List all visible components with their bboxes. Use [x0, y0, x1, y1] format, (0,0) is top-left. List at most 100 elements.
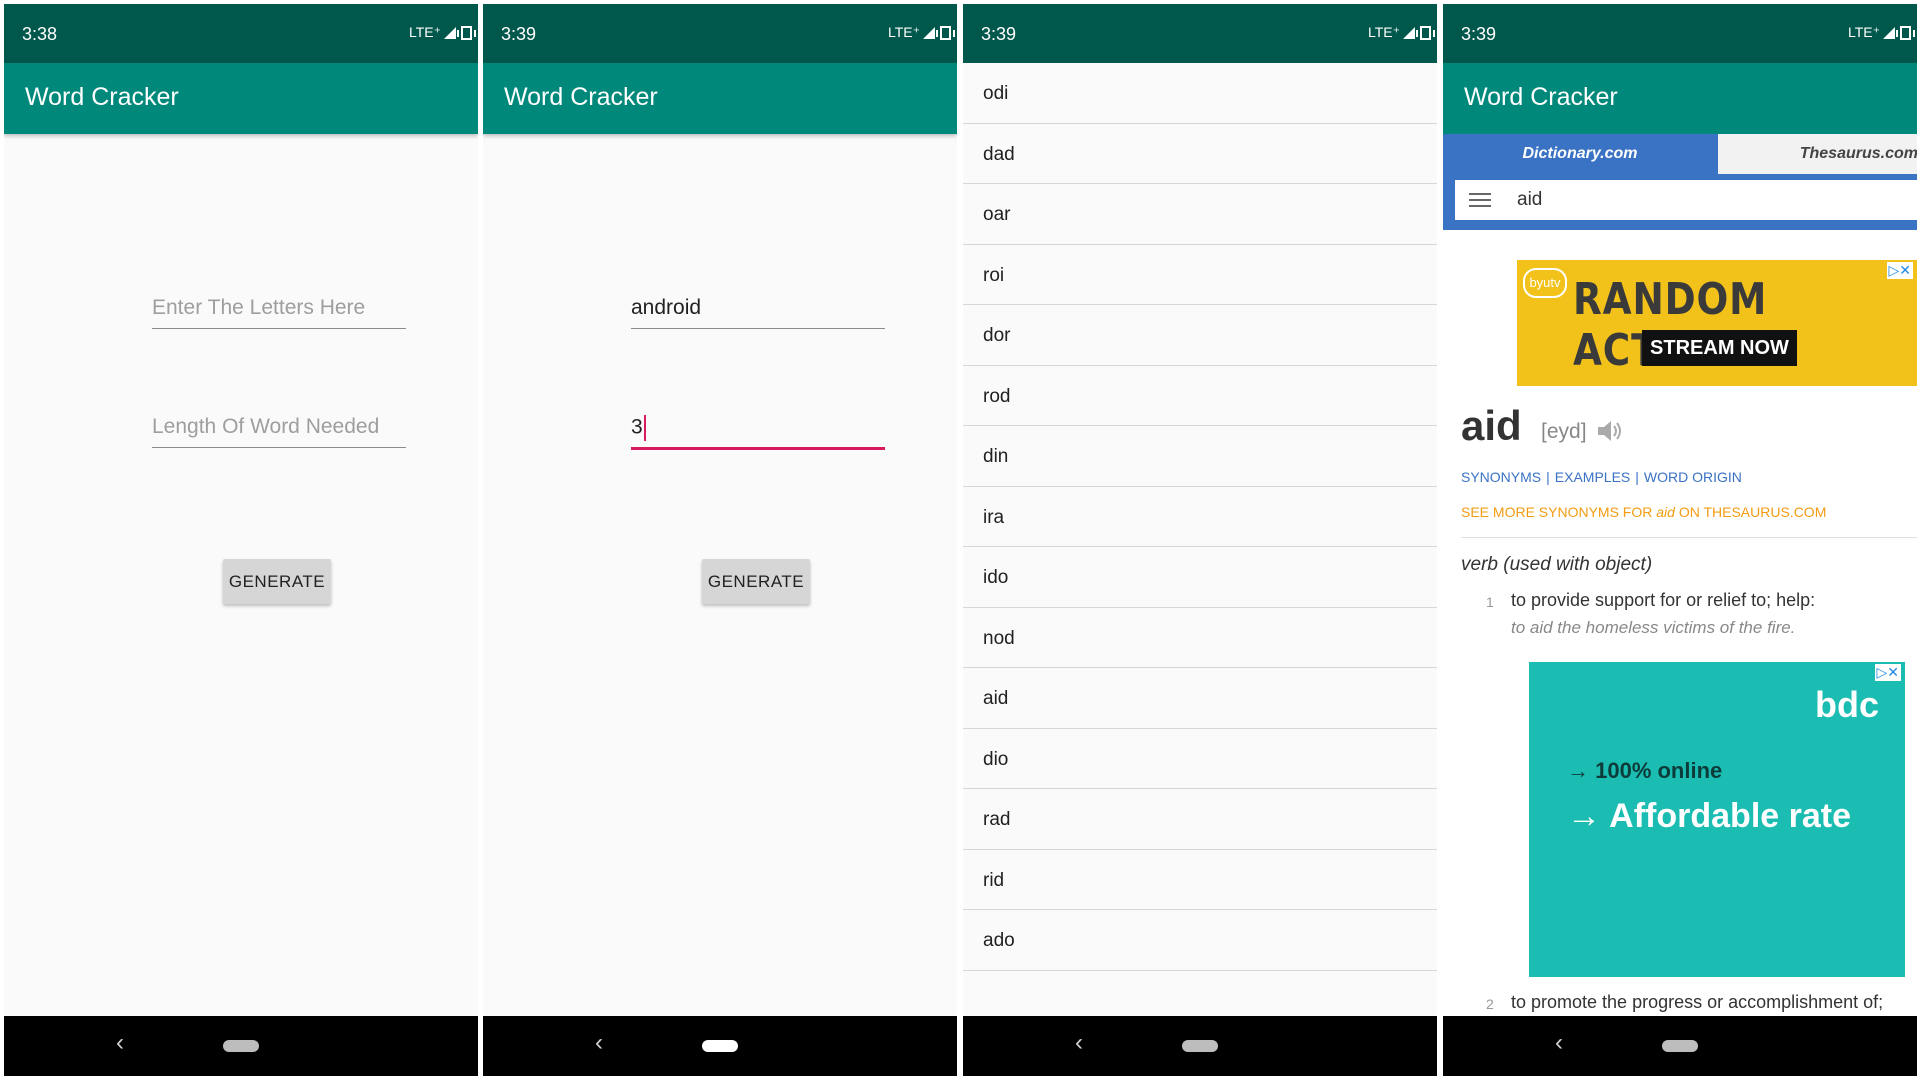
- app-bar: Word Cracker: [483, 63, 957, 134]
- list-item[interactable]: dor: [963, 305, 1437, 366]
- word-origin-link[interactable]: WORD ORIGIN: [1644, 469, 1742, 485]
- site-tabs: Dictionary.com Thesaurus.com: [1443, 134, 1917, 174]
- status-time: 3:39: [501, 24, 537, 44]
- list-item[interactable]: rod: [963, 366, 1437, 426]
- list-item[interactable]: nod: [963, 608, 1437, 668]
- status-time: 3:39: [1461, 24, 1497, 44]
- lte-label: LTE⁺: [887, 24, 920, 40]
- tab-dictionary[interactable]: Dictionary.com: [1443, 134, 1717, 174]
- ad-choices-icon[interactable]: ▷✕: [1874, 664, 1901, 681]
- search-value: aid: [1517, 189, 1543, 210]
- list-item[interactable]: rad: [963, 789, 1437, 850]
- screen-dictionary: 3:39 LTE⁺ Word Cracker Dictionary.com Th…: [1443, 4, 1917, 1076]
- status-bar: 3:39 LTE⁺: [1443, 4, 1917, 63]
- entry-links: SYNONYMS | EXAMPLES | WORD ORIGIN: [1461, 469, 1742, 485]
- home-icon[interactable]: [702, 1040, 738, 1052]
- status-icons: LTE⁺: [1847, 24, 1915, 41]
- text-caret: [643, 415, 646, 441]
- list-item[interactable]: rid: [963, 850, 1437, 910]
- status-bar: 3:39 LTE⁺: [963, 4, 1437, 63]
- vibrate-icon: [1416, 25, 1435, 40]
- search-input[interactable]: aid: [1455, 180, 1917, 220]
- back-icon[interactable]: ‹: [595, 1029, 603, 1057]
- status-icons: LTE⁺: [887, 24, 955, 41]
- status-icons: LTE⁺: [1367, 24, 1435, 41]
- status-bar: 3:39 LTE⁺: [483, 4, 957, 63]
- home-icon[interactable]: [223, 1040, 259, 1052]
- display-ad[interactable]: ▷✕ bdc → 100% online → Affordable rate: [1529, 662, 1905, 977]
- synonyms-link[interactable]: SYNONYMS: [1461, 469, 1541, 485]
- entry-headword: aid: [1461, 402, 1522, 449]
- back-icon[interactable]: ‹: [1555, 1029, 1563, 1057]
- app-title: Word Cracker: [504, 83, 658, 111]
- letters-input[interactable]: android: [631, 296, 885, 329]
- app-title: Word Cracker: [25, 83, 179, 111]
- list-item[interactable]: ido: [963, 547, 1437, 608]
- generate-button[interactable]: GENERATE: [223, 559, 331, 604]
- list-item[interactable]: dad: [963, 124, 1437, 184]
- length-input-value: 3: [631, 415, 643, 439]
- part-of-speech: verb (used with object): [1461, 554, 1653, 575]
- lte-label: LTE⁺: [408, 24, 441, 40]
- letters-input-value: android: [631, 296, 702, 319]
- home-icon[interactable]: [1182, 1040, 1218, 1052]
- see-more-prefix: SEE MORE SYNONYMS FOR: [1461, 504, 1657, 520]
- search-bar: aid: [1443, 174, 1917, 230]
- list-item[interactable]: din: [963, 426, 1437, 487]
- letters-input[interactable]: Enter The Letters Here: [152, 296, 406, 329]
- home-icon[interactable]: [1662, 1040, 1698, 1052]
- definition-number: 1: [1486, 594, 1494, 610]
- speaker-icon[interactable]: [1595, 418, 1625, 444]
- lte-label: LTE⁺: [1367, 24, 1400, 40]
- list-item[interactable]: oar: [963, 184, 1437, 245]
- definition-text: to provide support for or relief to; hel…: [1511, 590, 1816, 610]
- ad-line-2: → Affordable rate: [1567, 797, 1852, 835]
- lte-label: LTE⁺: [1847, 24, 1880, 40]
- length-input[interactable]: 3: [631, 415, 885, 450]
- ad-choices-icon[interactable]: ▷✕: [1886, 262, 1913, 279]
- length-input[interactable]: Length Of Word Needed: [152, 415, 406, 448]
- status-time: 3:38: [22, 24, 58, 44]
- definition-text: to promote the progress or accomplishmen…: [1511, 992, 1884, 1012]
- ad-brand-logo: byutv: [1523, 268, 1567, 298]
- nav-bar: ‹: [483, 1016, 957, 1076]
- vibrate-icon: [1896, 25, 1915, 40]
- see-more-link[interactable]: SEE MORE SYNONYMS FOR aid ON THESAURUS.C…: [1461, 504, 1826, 520]
- status-time: 3:39: [981, 24, 1017, 44]
- lte-signal-icon: [444, 26, 456, 39]
- see-more-suffix: ON THESAURUS.COM: [1674, 504, 1827, 520]
- screen-input-empty: 3:38 LTE⁺ Word Cracker Enter The Letters…: [4, 4, 478, 1076]
- list-item[interactable]: roi: [963, 245, 1437, 305]
- ad-cta[interactable]: STREAM NOW: [1642, 330, 1797, 366]
- app-title: Word Cracker: [1464, 83, 1618, 111]
- nav-bar: ‹: [4, 1016, 478, 1076]
- list-item[interactable]: dio: [963, 729, 1437, 789]
- generate-button[interactable]: GENERATE: [702, 559, 810, 604]
- menu-icon[interactable]: [1469, 193, 1491, 207]
- screen-word-list: 3:39 LTE⁺ odi dad oar roi dor rod din ir…: [963, 4, 1437, 1076]
- back-icon[interactable]: ‹: [1075, 1029, 1083, 1057]
- entry-pronunciation: [eyd]: [1541, 420, 1587, 443]
- screen-input-filled: 3:39 LTE⁺ Word Cracker android 3 GENERAT…: [483, 4, 957, 1076]
- back-icon[interactable]: ‹: [116, 1029, 124, 1057]
- list-item[interactable]: aid: [963, 668, 1437, 729]
- list-item[interactable]: ira: [963, 487, 1437, 547]
- examples-link[interactable]: EXAMPLES: [1555, 469, 1630, 485]
- list-item[interactable]: ado: [963, 910, 1437, 971]
- vibrate-icon: [457, 25, 476, 40]
- divider: [1461, 537, 1917, 538]
- lte-signal-icon: [923, 26, 935, 39]
- nav-bar: ‹: [963, 1016, 1437, 1076]
- word-list: odi dad oar roi dor rod din ira ido nod …: [963, 63, 1437, 971]
- nav-bar: ‹: [1443, 1016, 1917, 1076]
- status-icons: LTE⁺: [408, 24, 476, 41]
- see-more-word: aid: [1656, 504, 1675, 520]
- status-bar: 3:38 LTE⁺: [4, 4, 478, 63]
- banner-ad[interactable]: byutv RANDOM ACTS STREAM NOW ▷✕: [1517, 260, 1917, 386]
- ad-line-1: → 100% online: [1567, 758, 1723, 783]
- vibrate-icon: [936, 25, 955, 40]
- list-item[interactable]: odi: [963, 63, 1437, 124]
- tab-thesaurus[interactable]: Thesaurus.com: [1718, 134, 1917, 174]
- dictionary-webview[interactable]: Dictionary.com Thesaurus.com aid byutv R…: [1443, 134, 1917, 1016]
- lte-signal-icon: [1403, 26, 1415, 39]
